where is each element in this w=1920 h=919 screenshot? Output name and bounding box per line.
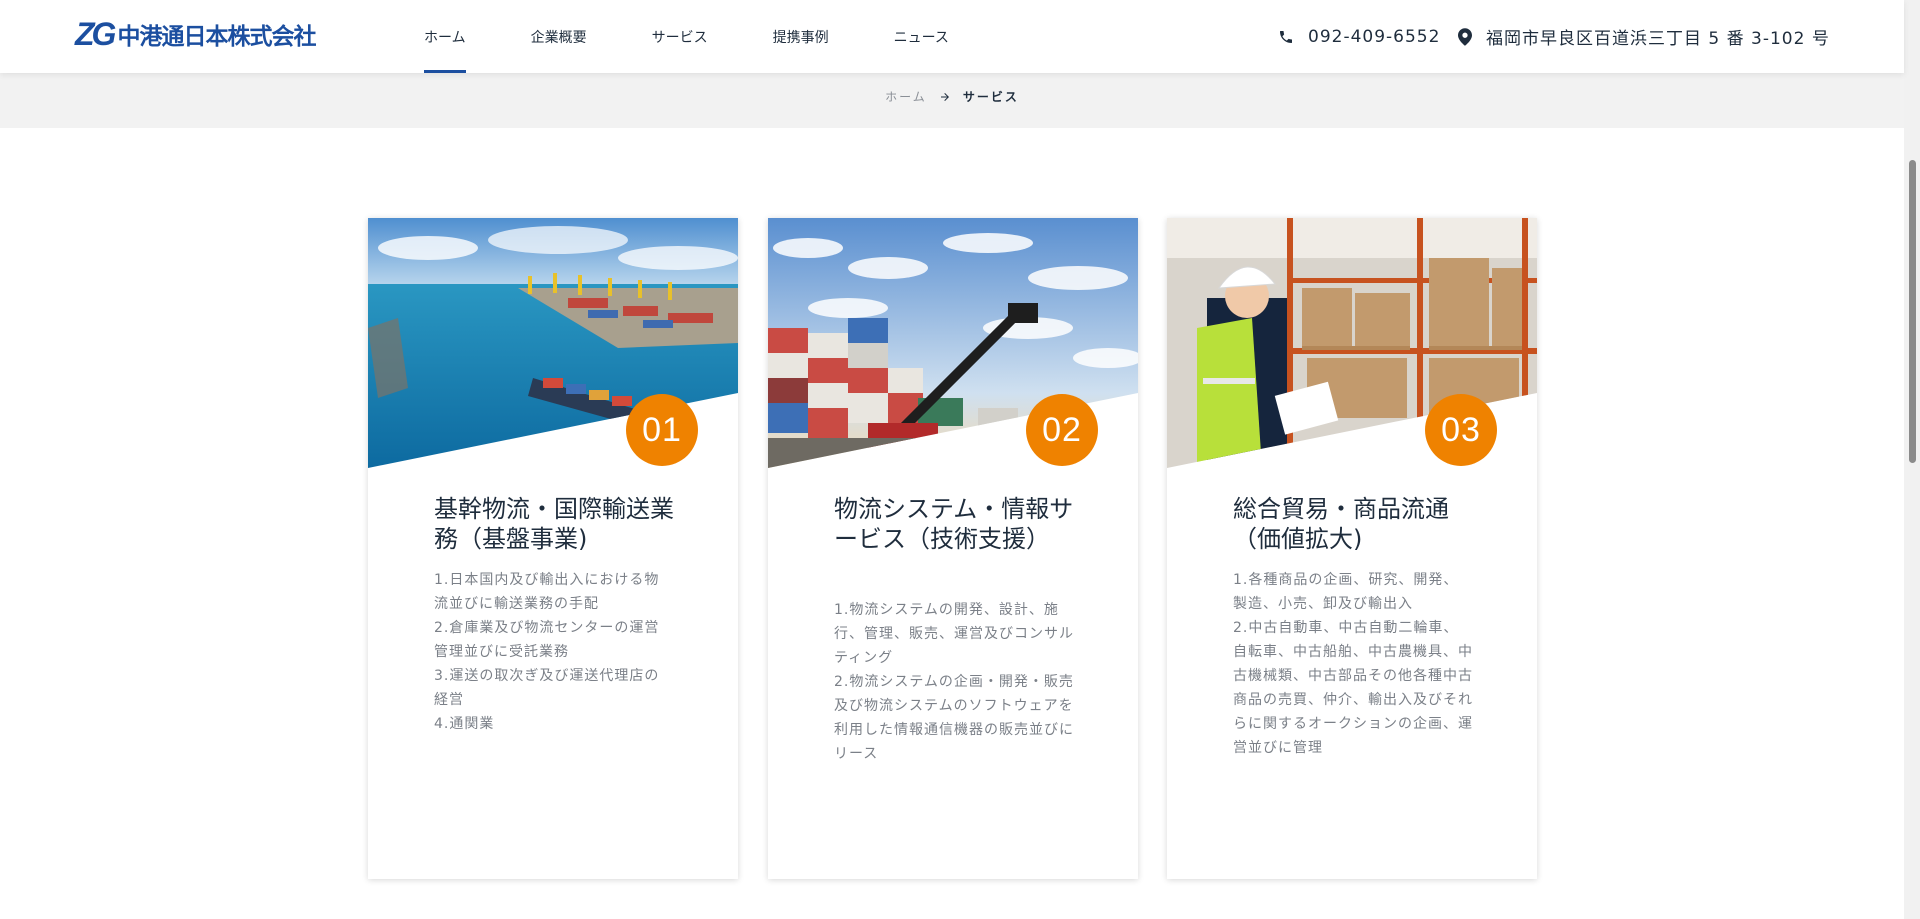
service-title: 物流システム・情報サービス（技術支援） <box>834 495 1074 553</box>
nav-item-home[interactable]: ホーム <box>424 0 466 73</box>
service-description: 1.日本国内及び輸出入における物流並びに輸送業務の手配 2.倉庫業及び物流センタ… <box>434 568 674 736</box>
breadcrumb-band: ホーム サービス <box>0 73 1904 128</box>
nav-item-cases[interactable]: 提携事例 <box>773 0 829 73</box>
nav-item-company[interactable]: 企業概要 <box>531 0 587 73</box>
service-item: 1.物流システムの開発、設計、施行、管理、販売、運営及びコンサルティング <box>834 602 1074 666</box>
service-card-3[interactable]: 03 総合貿易・商品流通（価値拡大) 1.各種商品の企画、研究、開発、製造、小売… <box>1167 218 1537 879</box>
service-description: 1.各種商品の企画、研究、開発、製造、小売、卸及び輸出入 2.中古自動車、中古自… <box>1233 568 1473 760</box>
service-number-badge: 01 <box>626 394 698 466</box>
nav-item-news[interactable]: ニュース <box>894 0 949 73</box>
scrollbar-thumb[interactable] <box>1909 160 1916 463</box>
service-item: 3.運送の取次ぎ及び運送代理店の経営 <box>434 668 660 708</box>
breadcrumb-current: サービス <box>962 90 1019 104</box>
service-title: 総合貿易・商品流通（価値拡大) <box>1233 495 1449 553</box>
logo-text: 中港通日本株式会社 <box>117 24 316 50</box>
logo-mark: ZG <box>75 15 116 52</box>
breadcrumb: ホーム サービス <box>0 88 1904 105</box>
service-item: 2.倉庫業及び物流センターの運営管理並びに受託業務 <box>434 620 660 660</box>
service-item: 2.物流システムの企画・開発・販売及び物流システムのソフトウェアを利用した情報通… <box>834 674 1074 762</box>
arrow-right-icon <box>939 91 951 103</box>
breadcrumb-home-link[interactable]: ホーム <box>885 88 927 105</box>
address-text: 福岡市早良区百道浜三丁目 5 番 3-102 号 <box>1486 29 1830 49</box>
service-description: 1.物流システムの開発、設計、施行、管理、販売、運営及びコンサルティング 2.物… <box>834 598 1074 766</box>
company-logo[interactable]: ZG 中港通日本株式会社 <box>75 15 316 52</box>
service-item: 1.日本国内及び輸出入における物流並びに輸送業務の手配 <box>434 572 660 612</box>
phone-icon <box>1280 30 1292 43</box>
service-item: 2.中古自動車、中古自動二輪車、自転車、中古船舶、中古農機具、中古機械類、中古部… <box>1233 620 1473 756</box>
service-title: 基幹物流・国際輸送業務（基盤事業) <box>434 495 674 553</box>
service-card-2[interactable]: 02 物流システム・情報サービス（技術支援） 1.物流システムの開発、設計、施行… <box>768 218 1138 879</box>
service-item: 4.通関業 <box>434 716 495 732</box>
main-nav: ホーム 企業概要 サービス 提携事例 ニュース <box>424 0 1014 73</box>
location-pin-icon <box>1458 27 1472 46</box>
phone-contact[interactable]: 092-409-6552 <box>1278 0 1440 73</box>
phone-number: 092-409-6552 <box>1308 26 1441 47</box>
site-header: ZG 中港通日本株式会社 ホーム 企業概要 サービス 提携事例 ニュース 092… <box>0 0 1904 73</box>
service-number-badge: 02 <box>1026 394 1098 466</box>
nav-item-services[interactable]: サービス <box>652 0 708 73</box>
service-item: 1.各種商品の企画、研究、開発、製造、小売、卸及び輸出入 <box>1233 572 1459 612</box>
service-number-badge: 03 <box>1425 394 1497 466</box>
address-contact[interactable]: 福岡市早良区百道浜三丁目 5 番 3-102 号 <box>1458 0 1830 73</box>
service-card-1[interactable]: 01 基幹物流・国際輸送業務（基盤事業) 1.日本国内及び輸出入における物流並び… <box>368 218 738 879</box>
